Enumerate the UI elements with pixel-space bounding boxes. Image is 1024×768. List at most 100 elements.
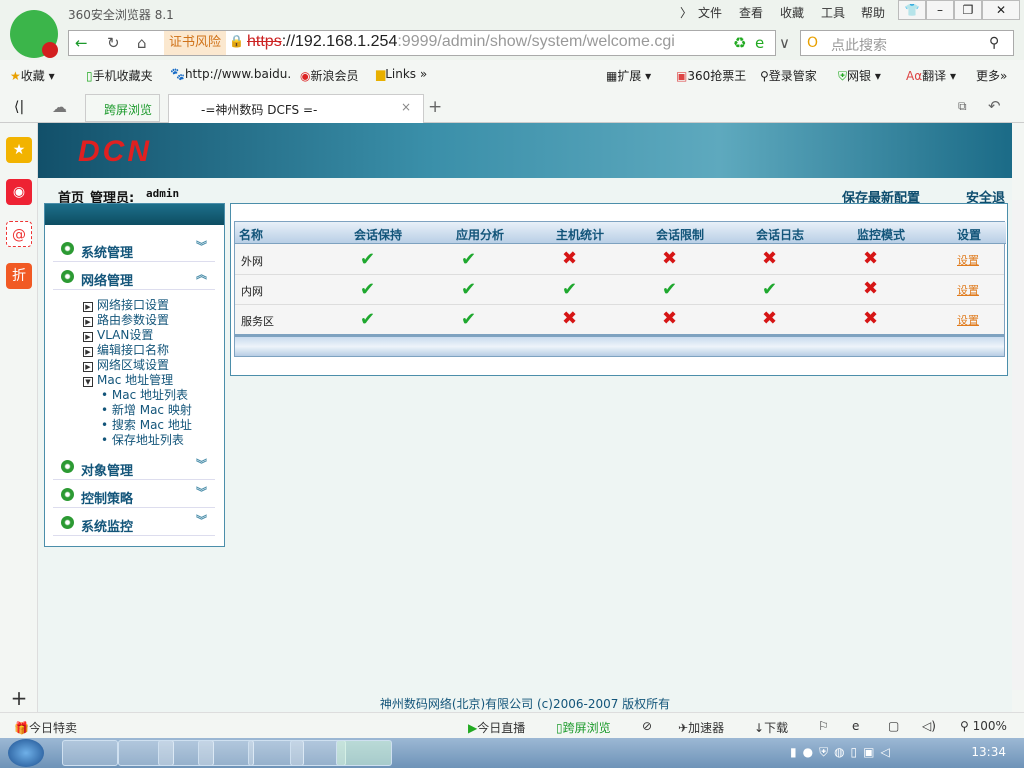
nav-object[interactable]: 对象管理 ︾ [53,452,215,480]
check-icon: ✔ [360,309,376,330]
close-button[interactable]: ✕ [982,0,1020,20]
main-panel: 名称 会话保持 应用分析 主机统计 会话限制 会话日志 监控模式 设置 外网 ✔ ✔… [230,203,1008,376]
undo-close-icon[interactable]: ↶ [988,97,1001,115]
today-sale[interactable]: 🎁今日特卖 [14,719,77,736]
cross-icon: ✖ [762,248,778,269]
cross-icon: ✖ [562,308,578,329]
downloads[interactable]: ↓下载 [754,719,788,736]
rocket-icon: ✈ [678,721,689,735]
chevron-up-icon[interactable]: ︽ [196,266,207,282]
discount-icon[interactable]: 折 [6,263,32,289]
cross-screen[interactable]: ▯跨屏浏览 [556,719,611,736]
skin-icon[interactable]: 👕 [898,0,926,20]
nav-policy[interactable]: 控制策略 ︾ [53,480,215,508]
recycle-icon[interactable]: ♻ [733,34,746,52]
tray-icons[interactable]: ▮●⛨◍▯▣◁ [790,745,896,760]
nav-network[interactable]: 网络管理 ︽ [53,262,215,290]
sound-icon[interactable]: ◁) [922,719,936,733]
minimize-button[interactable]: – [926,0,954,20]
favorites-star-icon[interactable]: ★ [6,137,32,163]
lock-broken-icon[interactable]: 🔒 [229,34,244,48]
nav-mac-save[interactable]: • 保存地址列表 [101,431,184,448]
chevron-down-icon[interactable]: ︾ [196,484,207,500]
zoom-level[interactable]: ⚲ 100% [960,719,1007,733]
toolbar-extensions[interactable]: ▦扩展 ▾ [606,67,651,84]
nav-system[interactable]: 系统管理 ︾ [53,234,215,262]
toolbar-translate[interactable]: Aα翻译 ▾ [906,67,956,84]
today-live[interactable]: ▶今日直播 [468,719,525,736]
add-sidebar-icon[interactable]: + [6,685,32,711]
home-icon[interactable]: ⌂ [137,34,147,52]
taskbar-browser[interactable] [336,740,392,766]
start-button[interactable] [8,739,44,767]
vertical-scrollbar[interactable] [1012,200,1024,690]
tab-list-icon[interactable]: ⧉ [958,99,967,114]
tab-scroll-left-icon[interactable]: ⟨| [14,99,24,115]
toolbar-more[interactable]: 更多» [976,67,1007,84]
menu-file[interactable]: 文件 [698,4,722,21]
tab-active[interactable]: -=神州数码 DCFS =- × [168,94,424,123]
chevron-down-icon[interactable]: ︾ [196,456,207,472]
address-bar[interactable]: ← ↻ ⌂ 证书风险 🔒 https://192.168.1.254:9999/… [68,30,790,56]
new-tab-icon[interactable]: + [428,97,442,117]
cert-warning[interactable]: 证书风险 [164,31,226,55]
browser-logo-icon[interactable] [10,10,58,58]
cloud-icon[interactable]: ☁ [52,98,67,116]
ie-mode-icon[interactable]: e [755,34,764,52]
toolbar-bank[interactable]: ⛨网银 ▾ [838,67,881,84]
col-session-limit: 会话限制 [656,228,705,242]
nav-monitor[interactable]: 系统监控 ︾ [53,508,215,536]
chevron-down-icon[interactable]: ︾ [196,512,207,528]
flag-icon[interactable]: ⚐ [818,719,829,733]
cross-icon: ✖ [662,248,678,269]
bookmark-links[interactable]: ▆Links » [376,67,427,81]
row-settings-link[interactable]: 设置 [957,312,979,328]
folder-icon: ▆ [376,67,386,81]
check-icon: ✔ [461,249,477,270]
col-host-stats: 主机统计 [556,228,605,242]
bookmark-favorites[interactable]: ★收藏 ▾ [10,67,55,84]
mail-icon[interactable]: @ [6,221,32,247]
tab-close-icon[interactable]: × [401,100,411,114]
download-icon: ↓ [754,721,765,735]
app-title: 360安全浏览器 8.1 [68,8,174,22]
menu-help[interactable]: 帮助 [861,4,885,21]
taskbar-explorer[interactable] [62,740,118,766]
dcn-logo: DCN [78,135,152,168]
search-engine-icon[interactable]: O [807,35,818,51]
chevron-down-icon[interactable]: ︾ [196,238,207,254]
window-icon[interactable]: ▢ [888,719,899,733]
gift-icon: 🎁 [14,721,29,735]
menu-view[interactable]: 查看 [739,4,763,21]
tab-cross-screen[interactable]: 跨屏浏览 [85,94,160,122]
taskbar-app4[interactable] [198,740,254,766]
toolbar-ticket[interactable]: ▣360抢票王 [676,67,746,84]
row-settings-link[interactable]: 设置 [957,282,979,298]
dropdown-icon[interactable]: ∨ [779,34,790,52]
toolbar-login[interactable]: ⚲登录管家 [760,67,817,84]
bookmark-sina[interactable]: ◉新浪会员 [300,67,359,84]
nav-panel: 系统管理 ︾ 网络管理 ︽ ▶ 网络接口设置 ▶ 路由参数设置 ▶ VLAN设置 ▶ 编辑接… [44,203,225,547]
check-icon: ✔ [562,279,578,300]
row-settings-link[interactable]: 设置 [957,252,979,268]
weibo-sidebar-icon[interactable]: ◉ [6,179,32,205]
back-icon[interactable]: ← [75,34,88,52]
url-text[interactable]: https://192.168.1.254:9999/admin/show/sy… [247,33,675,51]
menu-favorites[interactable]: 收藏 [780,4,804,21]
menu-tools[interactable]: 工具 [821,4,845,21]
bookmark-mobile[interactable]: ▯手机收藏夹 [86,67,153,84]
history-icon[interactable]: ⊘ [642,719,652,733]
search-box[interactable]: O 点此搜索 ⚲ [800,30,1014,56]
maximize-button[interactable]: ❐ [954,0,982,20]
row-name: 内网 [241,285,263,298]
menu-chevron-icon[interactable]: 〉 [680,4,692,21]
shield-icon: ⛨ [838,69,848,83]
search-input[interactable]: 点此搜索 [831,35,887,55]
accelerator[interactable]: ✈加速器 [678,719,724,736]
search-icon[interactable]: ⚲ [989,35,999,51]
refresh-icon[interactable]: ↻ [107,34,120,52]
bookmark-baidu[interactable]: 🐾http://www.baidu. [170,67,291,81]
clock[interactable]: 13:34 [971,745,1006,759]
ie-icon[interactable]: e [852,719,859,733]
col-session-keep: 会话保持 [354,228,403,242]
